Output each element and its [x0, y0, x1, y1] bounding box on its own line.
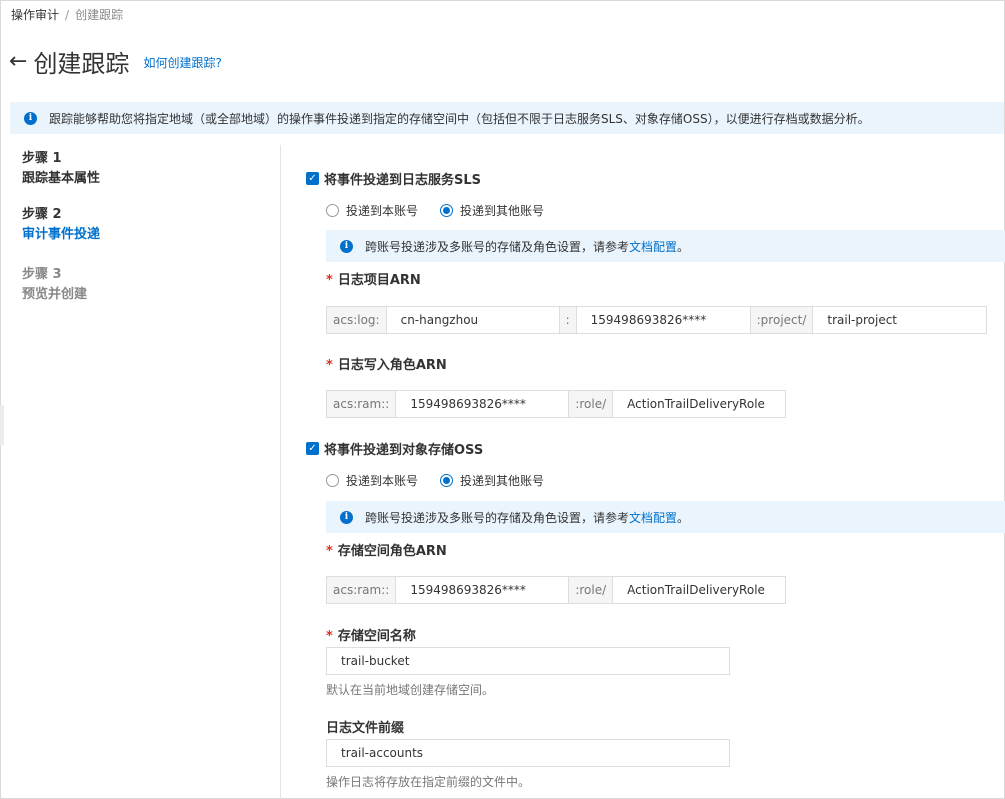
- breadcrumb-current: 创建跟踪: [75, 8, 124, 22]
- sls-project-arn-label: * 日志项目ARN: [326, 269, 421, 288]
- collapse-handle[interactable]: [0, 405, 4, 445]
- sls-account-input[interactable]: 159498693826****: [576, 306, 751, 334]
- info-icon: i: [340, 239, 353, 253]
- sls-role-name-input[interactable]: ActionTrailDeliveryRole: [613, 390, 787, 418]
- step-name: 预览并创建: [22, 287, 88, 302]
- checkbox-checked-icon[interactable]: ✓: [306, 442, 319, 455]
- checkbox-checked-icon[interactable]: ✓: [306, 172, 319, 185]
- breadcrumb-parent[interactable]: 操作审计: [11, 8, 59, 22]
- arn-prefix-addon: acs:ram::: [326, 576, 397, 604]
- required-mark: *: [326, 629, 333, 644]
- field-label-text: 存储空间名称: [337, 629, 416, 644]
- sls-checkbox[interactable]: ✓ 将事件投递到日志服务SLS: [306, 169, 481, 188]
- log-prefix-hint: 操作日志将存放在指定前缀的文件中。: [326, 775, 531, 789]
- step-number: 步骤 1: [22, 151, 62, 166]
- oss-radio-self[interactable]: 投递到本账号: [326, 472, 418, 489]
- radio-label: 投递到其他账号: [460, 204, 545, 218]
- sls-role-arn-label: * 日志写入角色ARN: [326, 354, 447, 373]
- field-label-text: 日志文件前缀: [326, 721, 405, 736]
- radio-checked-icon[interactable]: [440, 474, 454, 487]
- sls-role-account-input[interactable]: 159498693826****: [396, 390, 570, 418]
- bucket-hint: 默认在当前地域创建存储空间。: [326, 683, 495, 697]
- oss-role-name-input[interactable]: ActionTrailDeliveryRole: [613, 576, 787, 604]
- sls-tip-end: 。: [677, 239, 690, 254]
- field-label-text: 日志写入角色ARN: [337, 358, 447, 373]
- oss-tip-end: 。: [677, 510, 690, 525]
- breadcrumb-separator: /: [65, 8, 70, 22]
- oss-checkbox-label: 将事件投递到对象存储OSS: [324, 443, 484, 458]
- step-2[interactable]: 步骤 2 审计事件投递: [22, 206, 100, 246]
- radio-label: 投递到本账号: [346, 474, 419, 488]
- oss-role-arn-label: * 存储空间角色ARN: [326, 540, 447, 559]
- sls-radio-self[interactable]: 投递到本账号: [326, 202, 418, 219]
- sls-role-arn-group: acs:ram:: 159498693826**** :role/ Action…: [326, 390, 787, 418]
- sls-doc-link[interactable]: 文档配置: [629, 238, 677, 255]
- field-label-text: 存储空间角色ARN: [337, 544, 447, 559]
- radio-label: 投递到本账号: [346, 204, 419, 218]
- oss-account-radio-group: 投递到本账号 投递到其他账号: [326, 472, 566, 489]
- main-content: ✓ 将事件投递到日志服务SLS 投递到本账号 投递到其他账号 i 跨账号投递涉及…: [306, 0, 1005, 799]
- log-prefix-label: 日志文件前缀: [326, 717, 404, 736]
- help-link[interactable]: 如何创建跟踪?: [143, 54, 221, 71]
- required-mark: *: [326, 273, 333, 288]
- oss-checkbox[interactable]: ✓ 将事件投递到对象存储OSS: [306, 439, 483, 458]
- required-mark: *: [326, 544, 333, 559]
- step-name: 审计事件投递: [22, 227, 101, 242]
- breadcrumb: 操作审计 / 创建跟踪: [11, 6, 123, 23]
- oss-role-account-input[interactable]: 159498693826****: [396, 576, 570, 604]
- arn-colon-addon: :: [559, 306, 577, 334]
- arn-prefix-addon: acs:ram::: [326, 390, 397, 418]
- arn-project-addon: :project/: [750, 306, 814, 334]
- vertical-divider: [280, 145, 281, 799]
- step-number: 步骤 2: [22, 207, 62, 222]
- required-mark: *: [326, 358, 333, 373]
- step-name: 跟踪基本属性: [22, 171, 101, 186]
- arn-prefix-addon: acs:log:: [326, 306, 387, 334]
- info-icon: i: [340, 510, 353, 524]
- oss-tip-text: 跨账号投递涉及多账号的存储及角色设置，请参考: [365, 510, 630, 525]
- back-arrow-icon[interactable]: ←: [9, 50, 27, 73]
- bucket-name-input[interactable]: trail-bucket: [326, 647, 730, 675]
- sls-region-input[interactable]: cn-hangzhou: [386, 306, 560, 334]
- radio-unchecked-icon[interactable]: [326, 474, 339, 487]
- log-prefix-input[interactable]: trail-accounts: [326, 739, 730, 767]
- oss-doc-link[interactable]: 文档配置: [629, 509, 677, 526]
- radio-label: 投递到其他账号: [460, 474, 545, 488]
- sls-checkbox-label: 将事件投递到日志服务SLS: [324, 173, 482, 188]
- sls-tip-banner: i 跨账号投递涉及多账号的存储及角色设置，请参考 文档配置。: [326, 230, 1005, 262]
- sls-account-radio-group: 投递到本账号 投递到其他账号: [326, 202, 566, 219]
- oss-role-arn-group: acs:ram:: 159498693826**** :role/ Action…: [326, 576, 787, 604]
- arn-role-addon: :role/: [569, 576, 614, 604]
- oss-tip-banner: i 跨账号投递涉及多账号的存储及角色设置，请参考 文档配置。: [326, 501, 1005, 533]
- field-label-text: 日志项目ARN: [337, 273, 421, 288]
- oss-bucket-label: * 存储空间名称: [326, 625, 416, 644]
- step-nav: 步骤 1 跟踪基本属性 步骤 2 审计事件投递 步骤 3 预览并创建: [22, 150, 100, 322]
- page-title: 创建跟踪: [33, 50, 130, 78]
- title-row: ← 创建跟踪 如何创建跟踪?: [9, 44, 222, 79]
- sls-tip-text: 跨账号投递涉及多账号的存储及角色设置，请参考: [365, 239, 630, 254]
- sls-radio-other[interactable]: 投递到其他账号: [440, 202, 544, 219]
- radio-unchecked-icon[interactable]: [326, 204, 339, 217]
- radio-checked-icon[interactable]: [440, 204, 454, 217]
- info-icon: i: [24, 111, 37, 125]
- sls-project-input[interactable]: trail-project: [813, 306, 988, 334]
- arn-role-addon: :role/: [569, 390, 614, 418]
- sls-project-arn-group: acs:log: cn-hangzhou : 159498693826**** …: [326, 306, 988, 334]
- step-1[interactable]: 步骤 1 跟踪基本属性: [22, 150, 100, 190]
- oss-radio-other[interactable]: 投递到其他账号: [440, 472, 544, 489]
- step-3[interactable]: 步骤 3 预览并创建: [22, 266, 100, 306]
- step-number: 步骤 3: [22, 267, 62, 282]
